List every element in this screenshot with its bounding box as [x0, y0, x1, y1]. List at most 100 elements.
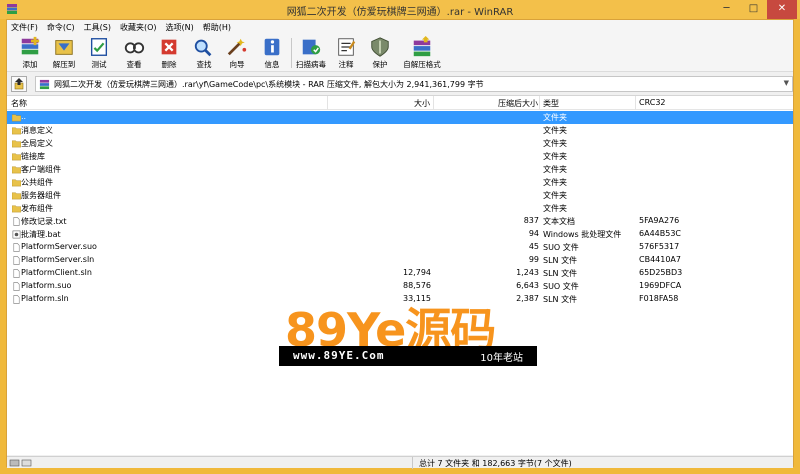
- toolbar-test-button[interactable]: 测试: [82, 35, 116, 71]
- file-name: Platform.suo: [21, 281, 72, 290]
- folder-row[interactable]: 公共组件 文件夹: [7, 176, 793, 189]
- toolbar-info-button[interactable]: 信息: [255, 35, 289, 71]
- toolbar-add-button[interactable]: 添加: [13, 35, 47, 71]
- list-header: 名称 大小 压缩后大小 类型 CRC32: [7, 96, 793, 110]
- file-type: 文件夹: [543, 139, 567, 148]
- toolbar-label: 查看: [126, 60, 142, 69]
- watermark: 89Ye源码 www.89YE.Com 10年老站: [279, 296, 537, 366]
- file-name: 全局定义: [21, 139, 53, 148]
- watermark-url: www.89YE.Com: [293, 349, 385, 362]
- toolbar-protect-button[interactable]: 保护: [363, 35, 397, 71]
- address-bar: 网狐二次开发（仿爱玩棋牌三网通）.rar\yf\GameCode\pc\系统模块…: [7, 73, 793, 95]
- file-name: 客户端组件: [21, 165, 61, 174]
- file-name: Platform.sln: [21, 294, 69, 303]
- toolbar-wizard-button[interactable]: 向导: [220, 35, 254, 71]
- path-field[interactable]: 网狐二次开发（仿爱玩棋牌三网通）.rar\yf\GameCode\pc\系统模块…: [35, 76, 793, 92]
- toolbar-label: 保护: [372, 60, 388, 69]
- extract-to-icon: [55, 40, 73, 55]
- toolbar-label: 注释: [338, 60, 354, 69]
- file-name: 修改记录.txt: [21, 217, 67, 226]
- file-row[interactable]: PlatformServer.suo 45 SUO 文件 576F5317: [7, 241, 793, 254]
- virus-scan-icon: [302, 39, 321, 55]
- file-name: 公共组件: [21, 178, 53, 187]
- chevron-down-icon[interactable]: ▼: [784, 79, 789, 87]
- column-type[interactable]: 类型: [543, 98, 559, 109]
- folder-icon: [12, 205, 21, 213]
- column-name[interactable]: 名称: [11, 98, 27, 109]
- view-icon: [124, 42, 145, 54]
- file-row[interactable]: Platform.suo 88,576 6,643 SUO 文件 1969DFCA: [7, 280, 793, 293]
- menu-item[interactable]: 工具(S): [80, 20, 116, 34]
- file-row[interactable]: 批清理.bat 94 Windows 批处理文件 6A44B53C: [7, 228, 793, 241]
- toolbar-label: 自解压格式: [403, 60, 441, 69]
- column-divider[interactable]: [433, 96, 434, 110]
- folder-icon: [12, 153, 21, 161]
- file-crc: 5FA9A276: [639, 216, 680, 225]
- folder-row[interactable]: 服务器组件 文件夹: [7, 189, 793, 202]
- up-arrow-icon: [14, 78, 24, 90]
- wizard-icon: [227, 38, 247, 56]
- toolbar-label: 解压到: [52, 60, 76, 69]
- file-name: 链接库: [21, 152, 45, 161]
- title-bar[interactable]: 网狐二次开发（仿爱玩棋牌三网通）.rar - WinRAR ─ □ ✕: [0, 0, 800, 19]
- toolbar-label: 信息: [264, 60, 280, 69]
- file-packed-size: 94: [528, 229, 539, 238]
- toolbar-find-button[interactable]: 查找: [187, 35, 221, 71]
- folder-row[interactable]: 全局定义 文件夹: [7, 137, 793, 150]
- file-row[interactable]: PlatformClient.sln 12,794 1,243 SLN 文件 65D25…: [7, 267, 793, 280]
- file-icon: [13, 256, 20, 265]
- file-name: 服务器组件: [21, 191, 61, 200]
- file-name: 消息定义: [21, 126, 53, 135]
- toolbar-view-button[interactable]: 查看: [117, 35, 151, 71]
- file-row[interactable]: 修改记录.txt 837 文本文档 5FA9A276: [7, 215, 793, 228]
- toolbar-sfx-button[interactable]: 自解压格式: [399, 35, 445, 71]
- folder-row[interactable]: 链接库 文件夹: [7, 150, 793, 163]
- toolbar-virus-scan-button[interactable]: 扫描病毒: [294, 35, 328, 71]
- column-size[interactable]: 大小: [414, 98, 430, 109]
- minimize-button[interactable]: ─: [713, 0, 740, 19]
- column-divider[interactable]: [327, 96, 328, 110]
- folder-icon: [12, 140, 21, 148]
- parent-folder-icon: [12, 114, 21, 122]
- up-folder-button[interactable]: [11, 76, 27, 92]
- menu-item[interactable]: 帮助(H): [199, 20, 236, 34]
- column-crc[interactable]: CRC32: [639, 98, 666, 107]
- folder-row[interactable]: 客户端组件 文件夹: [7, 163, 793, 176]
- window-title: 网狐二次开发（仿爱玩棋牌三网通）.rar - WinRAR: [286, 7, 514, 18]
- info-icon: [264, 38, 280, 56]
- drive-icon[interactable]: [9, 459, 33, 467]
- column-divider[interactable]: [539, 96, 540, 110]
- find-icon: [194, 39, 212, 57]
- toolbar-comment-button[interactable]: 注释: [329, 35, 363, 71]
- menu-bar: 文件(F) 命令(C) 工具(S) 收藏夹(O) 选项(N) 帮助(H): [7, 20, 793, 34]
- folder-row[interactable]: 消息定义 文件夹: [7, 124, 793, 137]
- column-divider[interactable]: [635, 96, 636, 110]
- menu-item[interactable]: 命令(C): [43, 20, 80, 34]
- status-summary: 总计 7 文件夹 和 182,663 字节(7 个文件): [419, 459, 572, 468]
- file-row[interactable]: PlatformServer.sln 99 SLN 文件 CB4410A7: [7, 254, 793, 267]
- file-name: 发布组件: [21, 204, 53, 213]
- file-name: PlatformServer.suo: [21, 242, 97, 251]
- file-crc: 65D25BD3: [639, 268, 683, 277]
- maximize-button[interactable]: □: [740, 0, 767, 19]
- menu-item[interactable]: 收藏夹(O): [116, 20, 162, 34]
- file-list[interactable]: 名称 大小 压缩后大小 类型 CRC32 .. 文件夹 消息定义 文件夹 全局定义 文件夹…: [7, 95, 793, 455]
- menu-item[interactable]: 选项(N): [162, 20, 199, 34]
- toolbar-label: 添加: [22, 60, 38, 69]
- watermark-banner: www.89YE.Com 10年老站: [279, 346, 537, 366]
- toolbar: 添加 解压到 测试 查看 删除 查找 向导 信息 扫描病毒 注释 保护 自解压格式: [7, 34, 793, 72]
- column-packed[interactable]: 压缩后大小: [498, 98, 538, 109]
- file-type: 文件夹: [543, 178, 567, 187]
- toolbar-label: 删除: [161, 60, 177, 69]
- close-button[interactable]: ✕: [767, 0, 797, 19]
- winrar-window: 网狐二次开发（仿爱玩棋牌三网通）.rar - WinRAR ─ □ ✕ 文件(F…: [0, 0, 800, 474]
- file-type: SUO 文件: [543, 282, 579, 291]
- file-type: 文件夹: [543, 165, 567, 174]
- folder-row[interactable]: 发布组件 文件夹: [7, 202, 793, 215]
- menu-item[interactable]: 文件(F): [7, 20, 43, 34]
- folder-row[interactable]: .. 文件夹: [7, 111, 793, 124]
- toolbar-label: 测试: [91, 60, 107, 69]
- toolbar-extract-to-button[interactable]: 解压到: [47, 35, 81, 71]
- toolbar-delete-button[interactable]: 删除: [152, 35, 186, 71]
- file-crc: 6A44B53C: [639, 229, 681, 238]
